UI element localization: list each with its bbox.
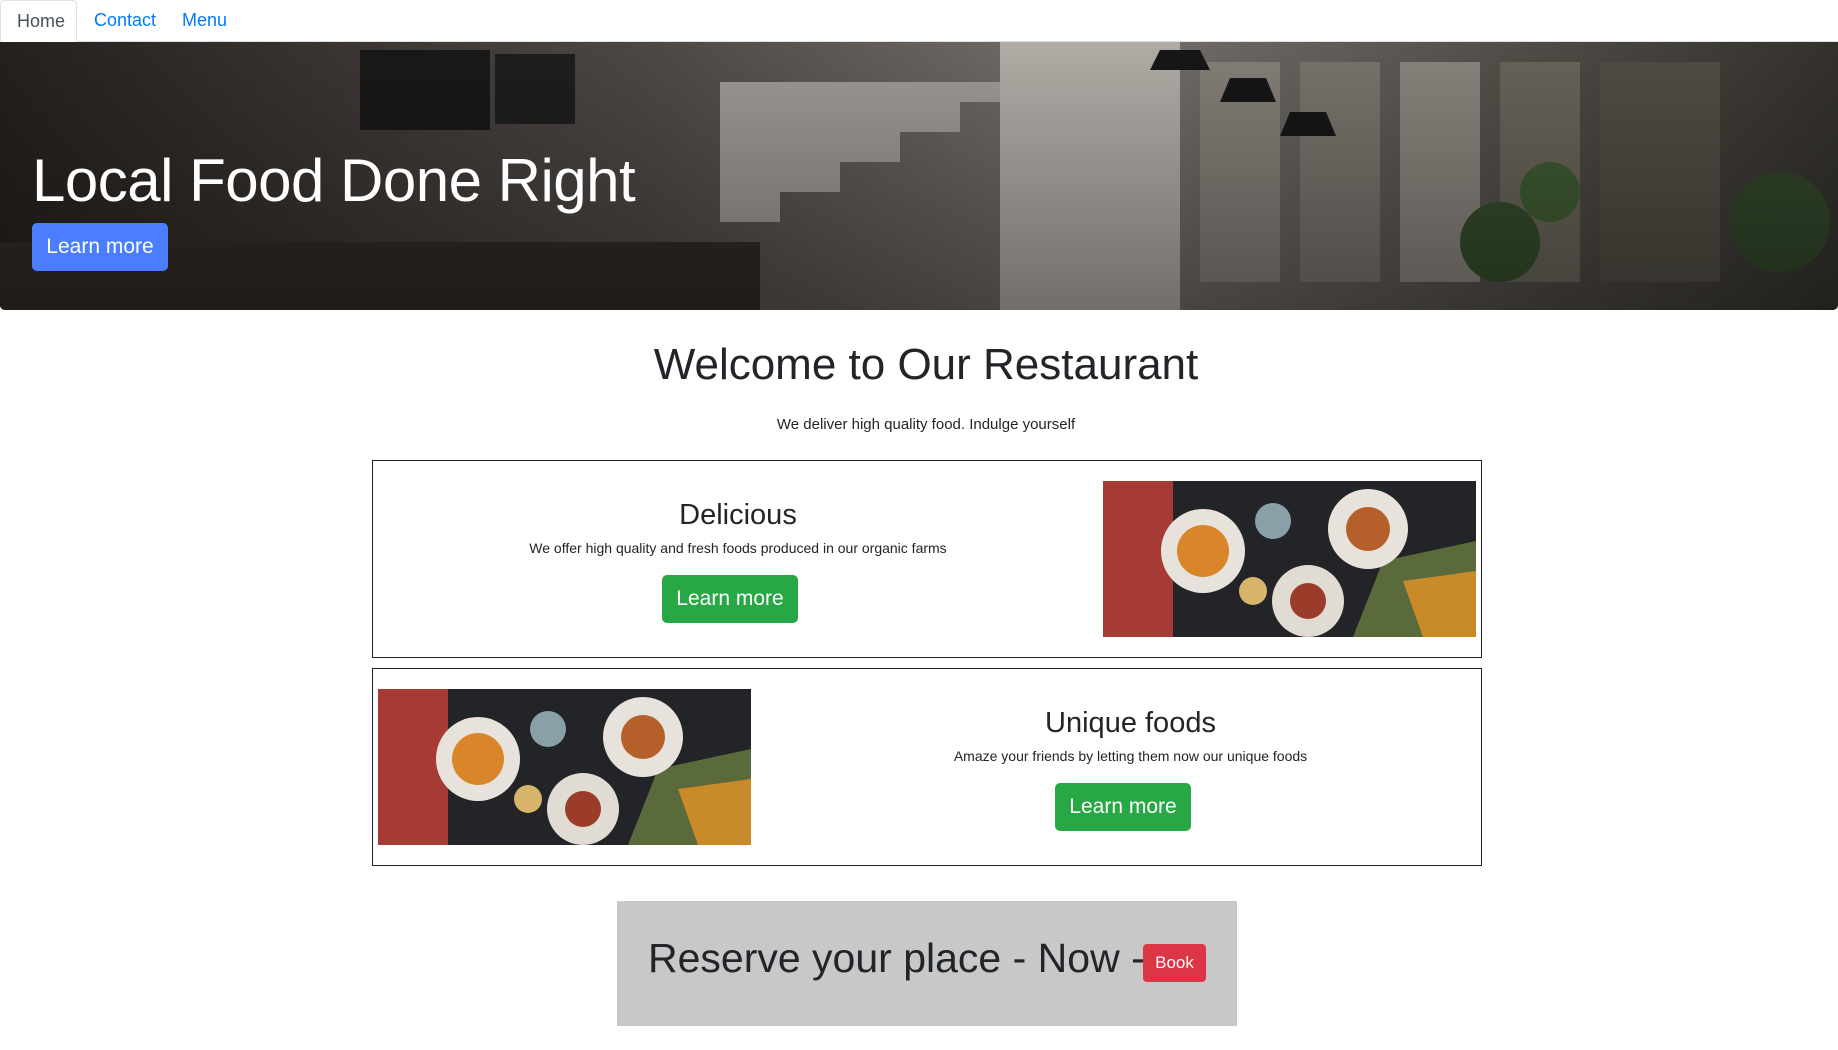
delicious-learn-more-button[interactable]: Learn more bbox=[662, 575, 798, 623]
unique-foods-learn-more-button[interactable]: Learn more bbox=[1055, 783, 1191, 831]
feature-card-delicious: Delicious We offer high quality and fres… bbox=[372, 460, 1482, 658]
welcome-heading: Welcome to Our Restaurant bbox=[653, 340, 1199, 389]
feature-card-unique-foods: Unique foods Amaze your friends by letti… bbox=[372, 668, 1482, 866]
card-heading: Unique foods bbox=[1045, 707, 1216, 739]
tab-contact[interactable]: Contact bbox=[78, 0, 172, 42]
reserve-banner: Reserve your place - Now - Book bbox=[617, 901, 1237, 1026]
nav-tabs: Home Contact Menu bbox=[0, 0, 1838, 42]
book-button[interactable]: Book bbox=[1143, 944, 1206, 982]
food-image bbox=[378, 689, 751, 845]
hero-title: Local Food Done Right bbox=[32, 147, 636, 214]
reserve-heading: Reserve your place - Now - bbox=[648, 935, 1145, 981]
card-heading: Delicious bbox=[679, 499, 797, 531]
food-image bbox=[1103, 481, 1476, 637]
hero-learn-more-button[interactable]: Learn more bbox=[32, 223, 168, 271]
welcome-subtitle: We deliver high quality food. Indulge yo… bbox=[776, 416, 1076, 433]
card-text: Amaze your friends by letting them now o… bbox=[953, 748, 1308, 764]
card-text: We offer high quality and fresh foods pr… bbox=[529, 540, 947, 556]
hero-banner: Local Food Done Right Learn more bbox=[0, 42, 1838, 310]
tab-menu[interactable]: Menu bbox=[166, 0, 243, 42]
tab-home[interactable]: Home bbox=[0, 0, 77, 42]
